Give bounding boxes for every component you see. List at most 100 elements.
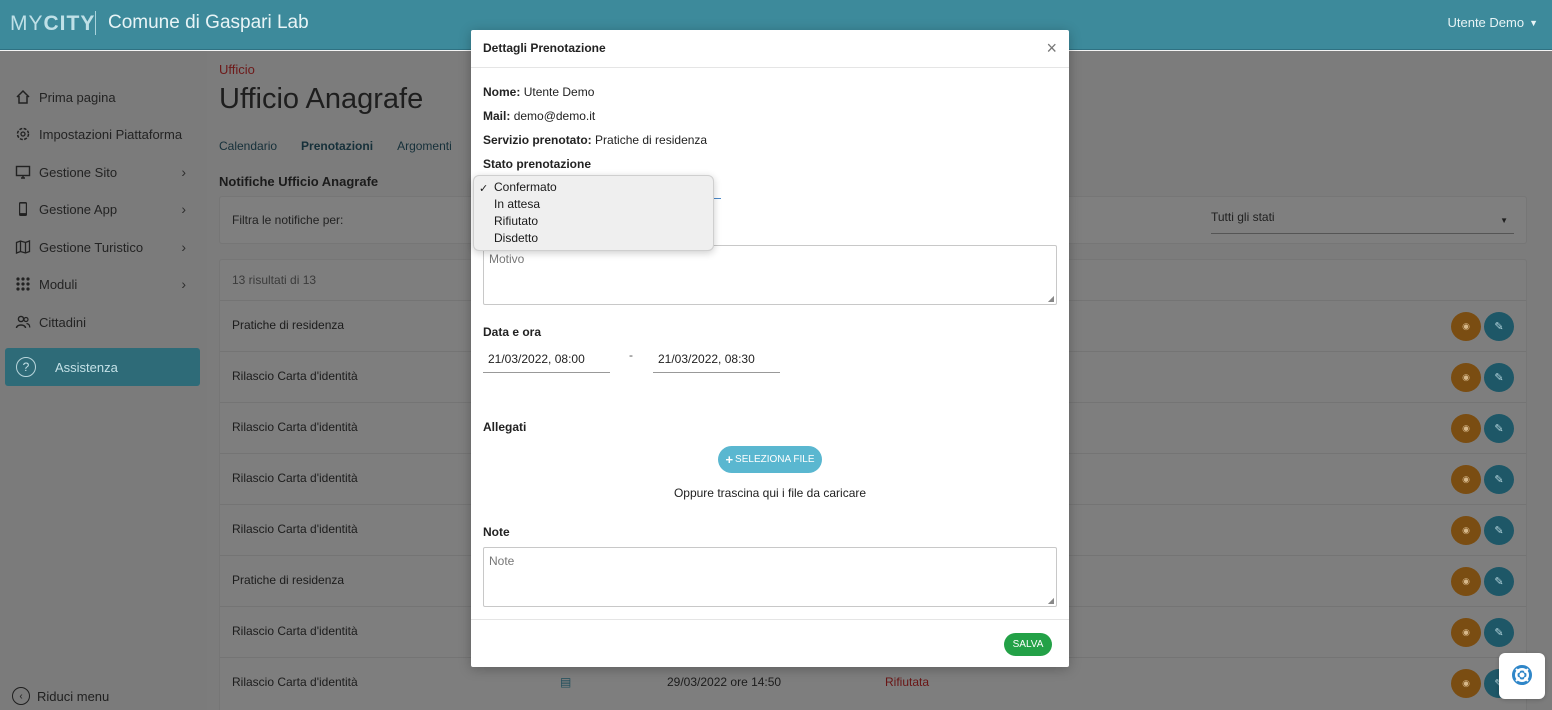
notifications-title: Notifiche Ufficio Anagrafe	[219, 174, 379, 189]
eye-icon[interactable]: ◉	[1451, 363, 1481, 392]
pencil-icon[interactable]: ✎	[1484, 363, 1514, 392]
logo-divider	[95, 11, 96, 35]
chevron-right-icon: ›	[181, 239, 186, 255]
map-icon	[14, 238, 32, 256]
row-datetime: 29/03/2022 ore 14:50	[667, 675, 782, 689]
reason-textarea[interactable]: Motivo ◢	[483, 245, 1057, 305]
row-service-name: Rilascio Carta d'identità	[232, 675, 358, 689]
status-filter-select[interactable]: Tutti gli stati ▼	[1211, 210, 1514, 234]
mail-value: demo@demo.it	[513, 109, 596, 123]
sidebar-item-label: Moduli	[39, 276, 78, 292]
eye-icon[interactable]: ◉	[1451, 669, 1481, 698]
resize-grip-icon[interactable]: ◢	[1048, 596, 1054, 605]
chevron-right-icon: ›	[181, 276, 186, 292]
sidebar-item-gestione-sito[interactable]: Gestione Sito ›	[14, 160, 194, 184]
row-service-name: Rilascio Carta d'identità	[232, 624, 358, 638]
sidebar-item-cittadini[interactable]: Cittadini	[14, 310, 194, 334]
eye-icon[interactable]: ◉	[1451, 465, 1481, 494]
user-name: Utente Demo	[1447, 15, 1525, 30]
name-field: Nome: Utente Demo	[483, 85, 594, 99]
sidebar-item-label: Gestione App	[39, 201, 118, 217]
collapse-menu-label: Riduci menu	[37, 688, 110, 704]
eye-icon[interactable]: ◉	[1451, 414, 1481, 443]
sidebar-item-moduli[interactable]: Moduli ›	[14, 272, 194, 296]
notes-textarea[interactable]: Note ◢	[483, 547, 1057, 607]
sidebar: Prima pagina Impostazioni Piattaforma Ge…	[0, 51, 207, 710]
chevron-down-icon: ▼	[1500, 216, 1508, 225]
chevron-down-icon: ▼	[1529, 17, 1538, 28]
pencil-icon[interactable]: ✎	[1484, 312, 1514, 341]
chevron-right-icon: ›	[181, 164, 186, 180]
date-separator: -	[629, 348, 633, 362]
eye-icon[interactable]: ◉	[1451, 516, 1481, 545]
eye-icon[interactable]: ◉	[1451, 567, 1481, 596]
tab-argomenti[interactable]: Argomenti	[397, 139, 452, 153]
pencil-icon[interactable]: ✎	[1484, 414, 1514, 443]
reason-placeholder: Motivo	[489, 252, 525, 266]
modal-title: Dettagli Prenotazione	[483, 41, 606, 55]
sidebar-item-gestione-turistico[interactable]: Gestione Turistico ›	[14, 235, 194, 259]
chevron-right-icon: ›	[181, 201, 186, 217]
status-option-confermato[interactable]: Confermato	[494, 180, 557, 197]
breadcrumb[interactable]: Ufficio	[219, 62, 255, 77]
status-option-in-attesa[interactable]: In attesa	[494, 197, 540, 214]
user-menu[interactable]: Utente Demo ▼	[1447, 15, 1538, 30]
mail-field: Mail: demo@demo.it	[483, 109, 595, 123]
save-button[interactable]: SALVA	[1004, 633, 1052, 656]
date-from-input[interactable]: 21/03/2022, 08:00	[483, 351, 610, 373]
resize-grip-icon[interactable]: ◢	[1048, 294, 1054, 303]
tab-calendario[interactable]: Calendario	[219, 139, 277, 153]
select-file-label: SELEZIONA FILE	[735, 454, 815, 465]
notes-placeholder: Note	[489, 554, 515, 568]
pencil-icon[interactable]: ✎	[1484, 516, 1514, 545]
sidebar-item-impostazioni[interactable]: Impostazioni Piattaforma	[14, 122, 194, 146]
eye-icon[interactable]: ◉	[1451, 618, 1481, 647]
select-file-button[interactable]: + SELEZIONA FILE	[718, 446, 822, 473]
pencil-icon[interactable]: ✎	[1484, 567, 1514, 596]
row-service-name: Rilascio Carta d'identità	[232, 369, 358, 383]
mycity-logo[interactable]: MY CITY	[10, 12, 95, 36]
tab-prenotazioni[interactable]: Prenotazioni	[301, 139, 373, 153]
datetime-label: Data e ora	[483, 325, 542, 339]
status-option-rifiutato[interactable]: Rifiutato	[494, 214, 538, 231]
sidebar-item-label: Impostazioni Piattaforma	[39, 126, 183, 142]
row-service-name: Pratiche di residenza	[232, 318, 345, 332]
row-service-name: Rilascio Carta d'identità	[232, 471, 358, 485]
modal-footer: SALVA	[471, 619, 1069, 667]
row-status: Rifiutata	[885, 675, 930, 689]
monitor-icon	[14, 163, 32, 181]
pencil-icon[interactable]: ✎	[1484, 465, 1514, 494]
date-to-input[interactable]: 21/03/2022, 08:30	[653, 351, 780, 373]
help-button[interactable]	[1499, 653, 1545, 699]
eye-icon[interactable]: ◉	[1451, 312, 1481, 341]
checkmark-icon: ✓	[479, 183, 489, 195]
chevron-left-icon: ‹	[12, 687, 30, 705]
home-icon	[14, 88, 32, 106]
sidebar-item-assistenza[interactable]: ? Assistenza	[5, 348, 200, 386]
site-title: Comune di Gaspari Lab	[108, 12, 309, 33]
status-option-disdetto[interactable]: Disdetto	[494, 231, 538, 248]
row-service-name: Rilascio Carta d'identità	[232, 522, 358, 536]
sidebar-item-label: Prima pagina	[39, 89, 116, 105]
results-count: 13 risultati di 13	[232, 273, 317, 287]
status-filter-value: Tutti gli stati	[1211, 210, 1275, 224]
document-icon[interactable]: ▤	[560, 675, 571, 689]
row-service-name: Pratiche di residenza	[232, 573, 345, 587]
service-label: Servizio prenotato:	[483, 133, 592, 147]
gear-icon	[14, 125, 32, 143]
plus-icon: +	[725, 452, 734, 467]
sidebar-item-label: Assistenza	[55, 359, 118, 375]
sidebar-item-prima-pagina[interactable]: Prima pagina	[14, 85, 194, 109]
modal-header: Dettagli Prenotazione ×	[471, 30, 1069, 68]
attachments-label: Allegati	[483, 420, 527, 434]
tab-bar: Calendario Prenotazioni Argomenti O	[219, 139, 485, 153]
pencil-icon[interactable]: ✎	[1484, 618, 1514, 647]
close-icon[interactable]: ×	[1046, 39, 1057, 57]
page-title: Ufficio Anagrafe	[219, 83, 424, 115]
grid-icon	[14, 275, 32, 293]
mail-label: Mail:	[483, 109, 511, 123]
filter-label: Filtra le notifiche per:	[232, 213, 344, 227]
collapse-menu-button[interactable]: ‹ Riduci menu	[12, 687, 109, 705]
name-label: Nome:	[483, 85, 521, 99]
sidebar-item-gestione-app[interactable]: Gestione App ›	[14, 197, 194, 221]
